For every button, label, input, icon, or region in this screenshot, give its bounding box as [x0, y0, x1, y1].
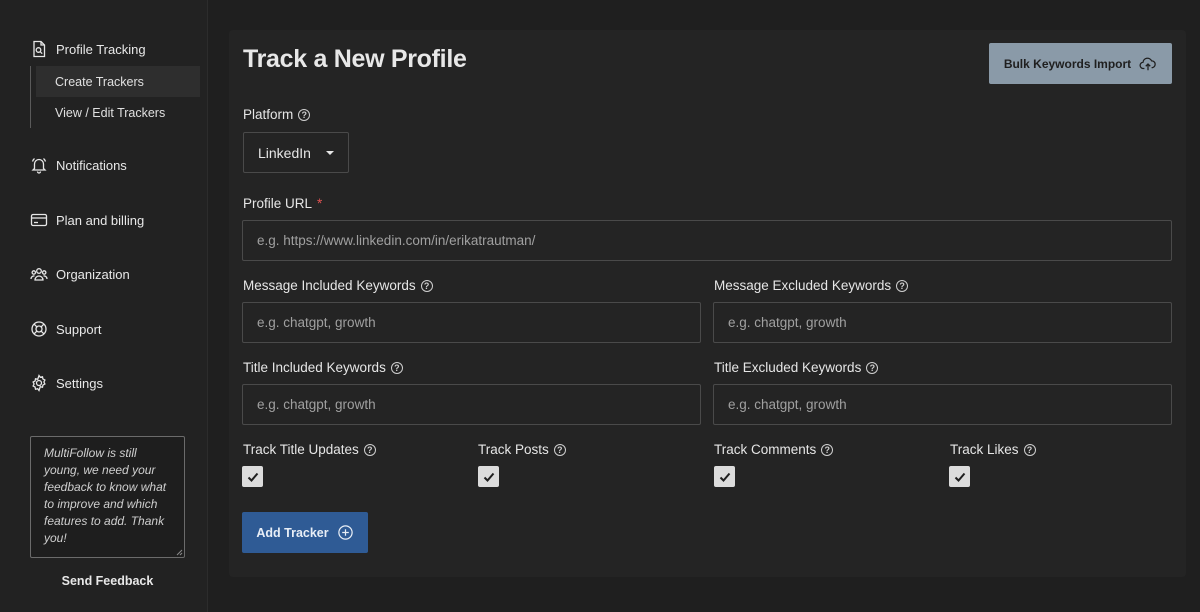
bulk-import-label: Bulk Keywords Import	[1003, 56, 1132, 71]
message-excluded-label-text: Message Excluded Keywords	[714, 278, 892, 293]
checkmark-icon	[247, 472, 258, 482]
plus-circle-icon	[337, 525, 353, 540]
subnav-create-trackers[interactable]: Create Trackers	[36, 66, 200, 97]
help-icon[interactable]: ?	[1023, 443, 1036, 456]
credit-card-icon	[30, 211, 48, 229]
page-title: Track a New Profile	[243, 45, 467, 73]
resize-grip-icon[interactable]	[175, 548, 183, 556]
nav-plan-billing[interactable]: Plan and billing	[30, 209, 144, 231]
platform-label-text: Platform	[243, 107, 294, 122]
nav-organization-label: Organization	[56, 266, 130, 282]
title-included-label: Title Included Keywords ?	[243, 360, 403, 375]
caret-down-icon	[326, 151, 334, 155]
message-excluded-keywords-input[interactable]	[713, 302, 1172, 343]
nav-settings[interactable]: Settings	[30, 372, 103, 394]
add-tracker-label: Add Tracker	[256, 525, 329, 540]
nav-profile-tracking-label: Profile Tracking	[56, 41, 146, 57]
track-likes-label: Track Likes ?	[950, 442, 1036, 457]
title-included-label-text: Title Included Keywords	[243, 360, 386, 375]
feedback-text: MultiFollow is still young, we need your…	[44, 446, 167, 545]
track-likes-checkbox[interactable]	[949, 466, 970, 487]
gear-icon	[30, 374, 48, 392]
help-icon[interactable]: ?	[420, 279, 433, 292]
platform-select[interactable]: LinkedIn	[243, 132, 349, 173]
send-feedback-button[interactable]: Send Feedback	[30, 574, 185, 588]
help-icon[interactable]: ?	[821, 443, 834, 456]
subnav-view-edit-trackers[interactable]: View / Edit Trackers	[36, 97, 200, 128]
bulk-keywords-import-button[interactable]: Bulk Keywords Import	[989, 43, 1172, 84]
platform-select-value: LinkedIn	[258, 144, 311, 161]
track-title-updates-checkbox[interactable]	[242, 466, 263, 487]
nav-notifications-label: Notifications	[56, 157, 127, 173]
users-group-icon	[30, 265, 48, 283]
sidebar: Profile Tracking Create Trackers View / …	[0, 0, 208, 612]
help-icon[interactable]: ?	[553, 443, 566, 456]
profile-url-label-text: Profile URL	[243, 196, 313, 211]
help-icon[interactable]: ?	[866, 361, 879, 374]
track-posts-label: Track Posts ?	[478, 442, 566, 457]
help-icon[interactable]: ?	[896, 279, 909, 292]
nav-profile-tracking[interactable]: Profile Tracking	[30, 38, 146, 60]
nav-settings-label: Settings	[56, 375, 103, 391]
track-likes-label-text: Track Likes	[950, 442, 1019, 457]
checkmark-icon	[483, 472, 494, 482]
required-asterisk: *	[317, 196, 323, 211]
help-icon[interactable]: ?	[363, 443, 376, 456]
help-icon[interactable]: ?	[390, 361, 403, 374]
platform-label: Platform ?	[243, 107, 311, 122]
track-profile-card: Track a New Profile Bulk Keywords Import…	[229, 30, 1186, 577]
track-title-updates-label: Track Title Updates ?	[243, 442, 376, 457]
feedback-textarea[interactable]: MultiFollow is still young, we need your…	[30, 436, 185, 558]
title-excluded-label-text: Title Excluded Keywords	[714, 360, 862, 375]
track-title-updates-label-text: Track Title Updates	[243, 442, 359, 457]
profile-url-label: Profile URL *	[243, 196, 322, 211]
title-excluded-keywords-input[interactable]	[713, 384, 1172, 425]
lifebuoy-icon	[30, 320, 48, 338]
cloud-upload-icon	[1139, 57, 1156, 70]
track-comments-checkbox[interactable]	[714, 466, 735, 487]
nav-organization[interactable]: Organization	[30, 263, 130, 285]
message-included-keywords-input[interactable]	[242, 302, 701, 343]
checkmark-icon	[954, 472, 965, 482]
message-included-label-text: Message Included Keywords	[243, 278, 416, 293]
title-included-keywords-input[interactable]	[242, 384, 701, 425]
nav-plan-billing-label: Plan and billing	[56, 212, 145, 228]
checkmark-icon	[719, 472, 730, 482]
add-tracker-button[interactable]: Add Tracker	[242, 512, 368, 553]
track-posts-checkbox[interactable]	[478, 466, 499, 487]
help-icon[interactable]: ?	[298, 108, 311, 121]
nav-support[interactable]: Support	[30, 318, 102, 340]
profile-tracking-subnav: Create Trackers View / Edit Trackers	[30, 66, 200, 128]
profile-search-icon	[30, 40, 48, 58]
message-excluded-label: Message Excluded Keywords ?	[714, 278, 909, 293]
track-posts-label-text: Track Posts	[478, 442, 549, 457]
nav-notifications[interactable]: Notifications	[30, 154, 127, 176]
title-excluded-label: Title Excluded Keywords ?	[714, 360, 879, 375]
track-comments-label-text: Track Comments	[714, 442, 817, 457]
message-included-label: Message Included Keywords ?	[243, 278, 433, 293]
track-comments-label: Track Comments ?	[714, 442, 834, 457]
bell-icon	[30, 156, 48, 174]
nav-support-label: Support	[56, 321, 102, 337]
profile-url-input[interactable]	[242, 220, 1172, 261]
